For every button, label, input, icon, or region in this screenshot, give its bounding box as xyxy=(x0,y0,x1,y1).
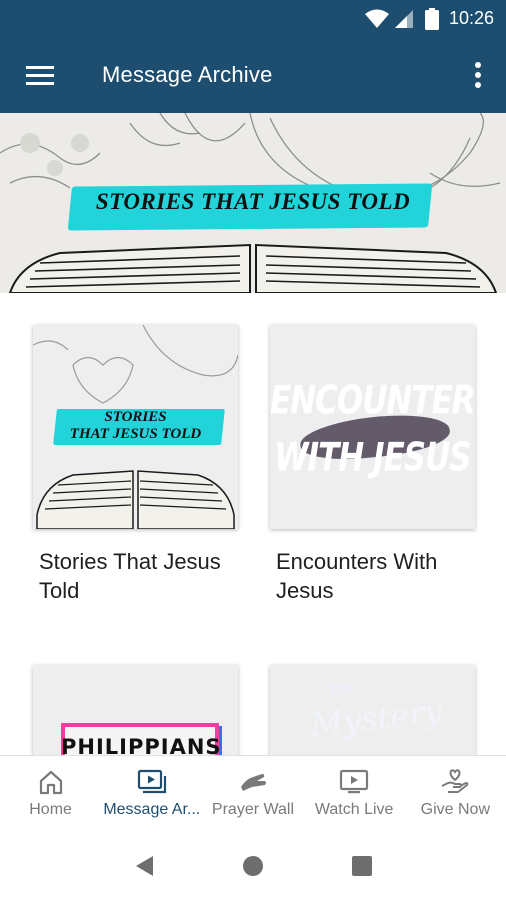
series-thumbnail[interactable]: PHILIPPIANS xyxy=(33,665,238,755)
live-tv-icon xyxy=(340,769,369,794)
nav-item-label: Prayer Wall xyxy=(211,801,295,818)
page-title: Message Archive xyxy=(102,62,273,87)
hero-title: STORIES THAT JESUS TOLD xyxy=(95,189,411,214)
battery-icon xyxy=(424,7,439,30)
thumbnail-title-line: STORIES xyxy=(104,409,167,425)
more-vert-icon xyxy=(475,62,481,88)
thumbnail-title-line: WITH JESUS xyxy=(274,435,471,481)
thumbnail-title-line: PHILIPPIANS xyxy=(61,735,222,755)
thumbnail-title-line: THAT JESUS TOLD xyxy=(69,426,202,442)
video-library-icon xyxy=(137,769,166,794)
home-circle-icon[interactable] xyxy=(241,854,265,878)
app-bar: Message Archive xyxy=(0,37,506,113)
series-card[interactable]: ENCOUNTERS WITH JESUS Encounters With Je… xyxy=(270,325,475,605)
back-icon[interactable] xyxy=(133,854,155,878)
thumbnail-title-line: ENCOUNTERS xyxy=(270,378,475,424)
bottom-navigation: Home Message Ar... Prayer Wall Watch Liv… xyxy=(0,755,506,831)
menu-button[interactable] xyxy=(0,37,80,113)
nav-item-label: Home xyxy=(29,801,72,818)
wifi-icon xyxy=(364,9,389,28)
hand-heart-icon xyxy=(441,769,469,793)
nav-item-label: Message Ar... xyxy=(103,801,201,818)
series-card[interactable]: The Mystery xyxy=(270,665,475,755)
recents-square-icon[interactable] xyxy=(351,855,373,877)
nav-item-home[interactable]: Home xyxy=(0,756,101,832)
series-card[interactable]: PHILIPPIANS xyxy=(33,665,238,755)
screen: 10:26 Message Archive STORIES THAT JESUS… xyxy=(0,0,506,900)
nav-item-prayer-wall[interactable]: Prayer Wall xyxy=(202,756,303,832)
status-bar: 10:26 xyxy=(0,0,506,37)
status-time: 10:26 xyxy=(448,8,494,28)
thumbnail-title-line: Mystery xyxy=(308,692,445,744)
series-thumbnail[interactable]: ENCOUNTERS WITH JESUS xyxy=(270,325,475,529)
home-icon xyxy=(39,770,62,795)
thumbnail-title-line: The xyxy=(326,678,356,700)
more-options-button[interactable] xyxy=(450,37,506,113)
series-thumbnail[interactable]: The Mystery xyxy=(270,665,475,755)
series-card[interactable]: STORIES THAT JESUS TOLD Stories That Jes… xyxy=(33,325,238,605)
hero-banner[interactable]: STORIES THAT JESUS TOLD xyxy=(0,113,506,293)
nav-item-watch-live[interactable]: Watch Live xyxy=(304,756,405,832)
nav-item-message-archive[interactable]: Message Ar... xyxy=(101,756,202,832)
series-title[interactable]: Stories That Jesus Told xyxy=(39,547,238,605)
system-navigation-bar xyxy=(0,831,506,900)
series-title[interactable]: Encounters With Jesus xyxy=(276,547,475,605)
series-thumbnail[interactable]: STORIES THAT JESUS TOLD xyxy=(33,325,238,529)
nav-item-label: Give Now xyxy=(420,801,491,818)
series-grid: STORIES THAT JESUS TOLD Stories That Jes… xyxy=(0,293,506,755)
nav-item-give-now[interactable]: Give Now xyxy=(405,756,506,832)
praying-hands-icon xyxy=(240,774,266,791)
hamburger-menu-icon xyxy=(26,66,54,85)
cell-signal-icon xyxy=(394,9,413,28)
nav-item-label: Watch Live xyxy=(314,801,394,818)
